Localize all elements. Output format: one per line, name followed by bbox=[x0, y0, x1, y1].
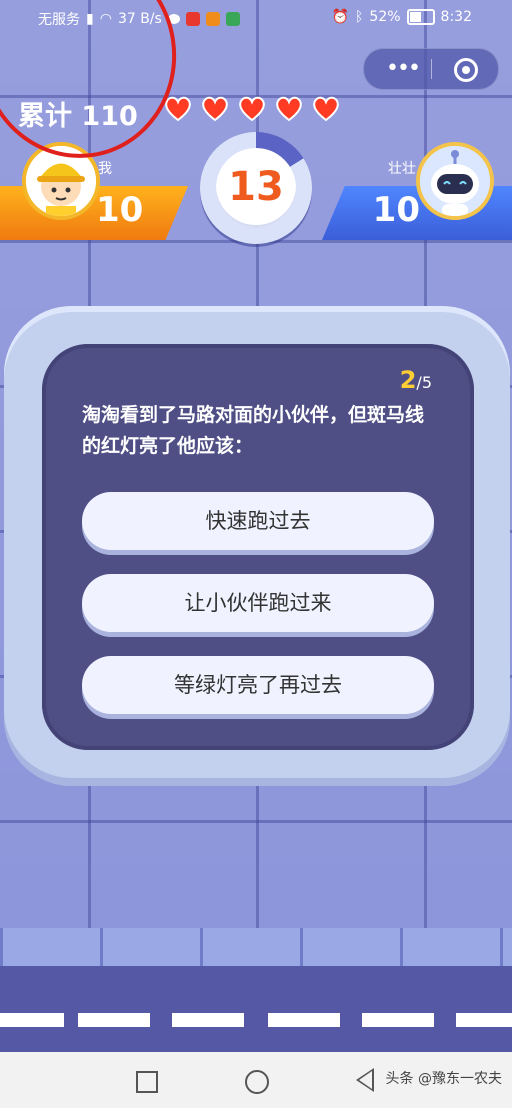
clock-text: 8:32 bbox=[440, 9, 472, 25]
watermark-text: 头条 @豫东一农夫 bbox=[385, 1071, 502, 1087]
alarm-icon: ⏰ bbox=[331, 9, 350, 25]
robot-avatar-icon bbox=[420, 146, 490, 216]
player-opponent-score: 10 bbox=[372, 190, 420, 230]
answer-option-2[interactable]: 让小伙伴跑过来 bbox=[82, 574, 434, 632]
timer-seconds: 13 bbox=[228, 164, 284, 210]
player-opponent-name: 壮壮 bbox=[388, 161, 416, 177]
heart-icon bbox=[165, 96, 191, 122]
lane-marking bbox=[362, 1013, 434, 1027]
timer-face: 13 bbox=[216, 148, 296, 228]
app-orange-icon bbox=[205, 12, 220, 26]
target-icon[interactable] bbox=[454, 58, 478, 82]
miniprogram-capsule: ••• bbox=[363, 48, 499, 90]
battery-text: 52% bbox=[369, 9, 401, 25]
question-text: 淘淘看到了马路对面的小伙伴，但斑马线的红灯亮了他应该： bbox=[82, 404, 425, 457]
app-red-icon bbox=[185, 12, 200, 26]
question-card: 2/5 淘淘看到了马路对面的小伙伴，但斑马线的红灯亮了他应该： 快速跑过去 让小… bbox=[42, 344, 474, 750]
question-progress: 2/5 bbox=[400, 366, 432, 394]
bluetooth-icon: ᛒ bbox=[355, 9, 364, 25]
heart-icon bbox=[276, 96, 302, 122]
heart-icon bbox=[202, 96, 228, 122]
more-dots-icon[interactable]: ••• bbox=[386, 58, 421, 80]
lane-marking bbox=[0, 1013, 64, 1027]
heart-icon bbox=[313, 96, 339, 122]
lives-hearts bbox=[164, 96, 340, 122]
player-me-name: 我 bbox=[98, 161, 112, 177]
system-nav-bar: 头条 @豫东一农夫 bbox=[0, 1052, 512, 1108]
question-total: /5 bbox=[416, 373, 432, 392]
road-curb bbox=[0, 928, 512, 966]
player-me-score: 10 bbox=[96, 190, 144, 230]
lane-marking bbox=[268, 1013, 340, 1027]
road bbox=[0, 966, 512, 1052]
back-icon[interactable] bbox=[356, 1068, 374, 1092]
recent-apps-icon[interactable] bbox=[136, 1071, 158, 1093]
app-green-icon bbox=[225, 12, 240, 26]
lane-marking bbox=[456, 1013, 512, 1027]
question-current: 2 bbox=[399, 366, 417, 394]
battery-icon bbox=[406, 9, 435, 25]
lane-marking bbox=[172, 1013, 244, 1027]
answer-option-3[interactable]: 等绿灯亮了再过去 bbox=[82, 656, 434, 714]
lane-marking bbox=[78, 1013, 150, 1027]
answer-option-1[interactable]: 快速跑过去 bbox=[82, 492, 434, 550]
avatar-opponent bbox=[416, 142, 494, 220]
countdown-timer: 13 bbox=[200, 132, 312, 244]
heart-icon bbox=[239, 96, 265, 122]
question-card-frame: 2/5 淘淘看到了马路对面的小伙伴，但斑马线的红灯亮了他应该： 快速跑过去 让小… bbox=[4, 306, 510, 786]
home-icon[interactable] bbox=[245, 1070, 269, 1094]
capsule-divider bbox=[431, 59, 432, 79]
